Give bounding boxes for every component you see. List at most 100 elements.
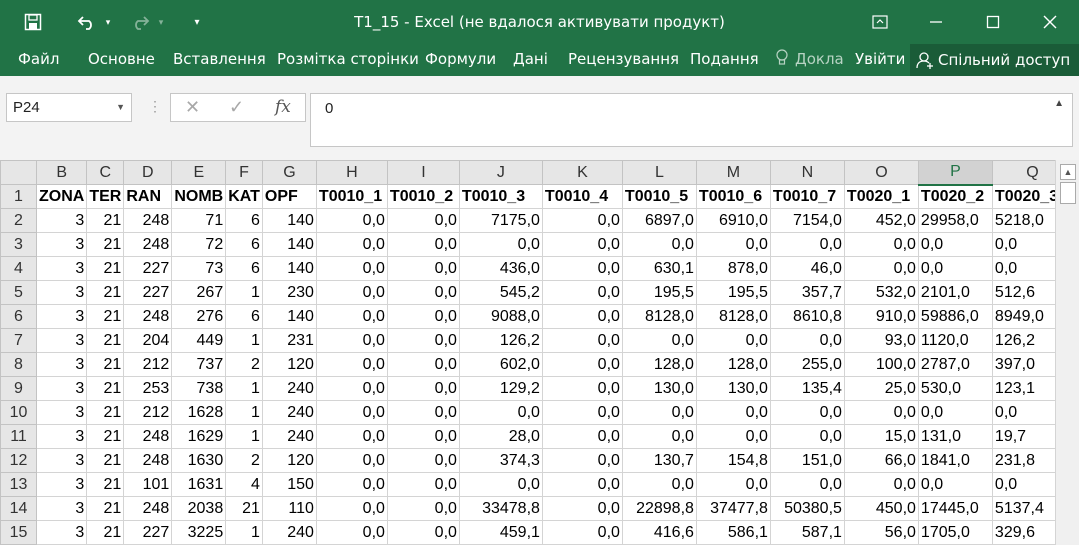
cell[interactable]: 128,0 (695, 352, 771, 377)
cell[interactable]: 436,0 (458, 256, 543, 281)
column-header[interactable]: O (843, 160, 919, 185)
cell[interactable]: T0010_3 (458, 184, 543, 209)
cell[interactable]: 7175,0 (458, 208, 543, 233)
cell[interactable]: 630,1 (621, 256, 697, 281)
cell[interactable]: 130,0 (695, 376, 771, 401)
cell[interactable]: 1 (225, 376, 263, 401)
cell[interactable]: 1 (225, 400, 263, 425)
tab-review[interactable]: Рецензування (568, 50, 679, 68)
column-header[interactable]: P (917, 160, 993, 186)
cell[interactable]: 0,0 (621, 328, 697, 353)
tab-home[interactable]: Основне (88, 50, 155, 68)
column-header[interactable]: F (225, 160, 263, 185)
tab-file[interactable]: Файл (18, 50, 59, 68)
cell[interactable]: 0,0 (695, 232, 771, 257)
tab-page-layout[interactable]: Розмітка сторінки (277, 50, 419, 68)
name-box[interactable]: P24 ▼ (6, 93, 132, 122)
cell[interactable]: 6 (225, 304, 263, 329)
cell[interactable]: 0,0 (315, 232, 388, 257)
cell[interactable]: 7154,0 (769, 208, 845, 233)
cell[interactable]: 0,0 (769, 472, 845, 497)
cell[interactable]: 0,0 (541, 496, 623, 521)
cell[interactable]: 130,0 (621, 376, 697, 401)
cell[interactable]: 120 (261, 352, 317, 377)
tab-data[interactable]: Дані (513, 50, 548, 68)
vertical-scrollbar[interactable]: ▲ (1055, 160, 1079, 545)
column-header[interactable]: E (171, 160, 227, 185)
cell[interactable]: 1 (225, 328, 263, 353)
share-button[interactable]: Спільний доступ (910, 44, 1079, 76)
cell[interactable]: 140 (261, 256, 317, 281)
row-header[interactable]: 9 (0, 376, 37, 401)
row-header[interactable]: 12 (0, 448, 37, 473)
cell[interactable]: 128,0 (621, 352, 697, 377)
cell[interactable]: 0,0 (621, 472, 697, 497)
cell[interactable]: 15,0 (843, 424, 919, 449)
cell[interactable]: 586,1 (695, 520, 771, 545)
cell[interactable]: 3 (35, 472, 88, 497)
cell[interactable]: 3 (35, 208, 88, 233)
cell[interactable]: KAT (225, 184, 263, 209)
insert-function-icon[interactable]: fx (275, 97, 291, 117)
cell[interactable]: 0,0 (541, 472, 623, 497)
row-header[interactable]: 5 (0, 280, 37, 305)
select-all-corner[interactable] (0, 160, 37, 185)
cell[interactable]: 0,0 (458, 232, 543, 257)
close-icon[interactable] (1030, 8, 1070, 36)
restore-icon[interactable] (973, 8, 1013, 36)
enter-icon[interactable]: ✓ (229, 97, 244, 118)
cell[interactable]: 530,0 (917, 376, 993, 401)
chevron-down-icon[interactable]: ▼ (116, 102, 125, 112)
cell[interactable]: 151,0 (769, 448, 845, 473)
cell[interactable]: 0,0 (769, 400, 845, 425)
cell[interactable]: 130,7 (621, 448, 697, 473)
cell[interactable]: 0,0 (541, 208, 623, 233)
cell[interactable]: 21 (86, 424, 125, 449)
cell[interactable]: 0,0 (541, 304, 623, 329)
cell[interactable]: 1705,0 (917, 520, 993, 545)
cell[interactable]: 8128,0 (621, 304, 697, 329)
column-header[interactable]: I (386, 160, 460, 185)
tab-insert[interactable]: Вставлення (173, 50, 266, 68)
cell[interactable]: 3 (35, 352, 88, 377)
cell[interactable]: 21 (86, 328, 125, 353)
cell[interactable]: 2 (225, 448, 263, 473)
cell[interactable]: 8128,0 (695, 304, 771, 329)
cell[interactable]: 135,4 (769, 376, 845, 401)
row-header[interactable]: 14 (0, 496, 37, 521)
cell[interactable]: 21 (86, 376, 125, 401)
column-header[interactable]: C (86, 160, 125, 185)
cell[interactable]: 140 (261, 232, 317, 257)
cell[interactable]: 0,0 (315, 496, 388, 521)
cell[interactable]: 532,0 (843, 280, 919, 305)
cell[interactable]: 154,8 (695, 448, 771, 473)
cell[interactable]: 0,0 (315, 208, 388, 233)
cell[interactable]: 3 (35, 232, 88, 257)
cell[interactable]: 17445,0 (917, 496, 993, 521)
cell[interactable]: 101 (123, 472, 173, 497)
cell[interactable]: 21 (86, 448, 125, 473)
cell[interactable]: 8610,8 (769, 304, 845, 329)
cell[interactable]: 6 (225, 256, 263, 281)
cell[interactable]: 3225 (171, 520, 227, 545)
cell[interactable]: 737 (171, 352, 227, 377)
cell[interactable]: 46,0 (769, 256, 845, 281)
cell[interactable]: 21 (86, 304, 125, 329)
row-header[interactable]: 7 (0, 328, 37, 353)
cell[interactable]: 0,0 (315, 328, 388, 353)
cell[interactable]: 21 (86, 520, 125, 545)
cell[interactable]: 0,0 (695, 328, 771, 353)
formula-input[interactable]: 0 ▲ (310, 93, 1073, 147)
cell[interactable]: 0,0 (843, 256, 919, 281)
cell[interactable]: 0,0 (541, 328, 623, 353)
cell[interactable]: 227 (123, 256, 173, 281)
cell[interactable]: 195,5 (695, 280, 771, 305)
cell[interactable]: 0,0 (458, 472, 543, 497)
cell[interactable]: 248 (123, 208, 173, 233)
cell[interactable]: 22898,8 (621, 496, 697, 521)
cell[interactable]: 0,0 (386, 520, 460, 545)
tab-formulas[interactable]: Формули (425, 50, 496, 68)
cell[interactable]: 6 (225, 208, 263, 233)
cell[interactable]: 0,0 (315, 448, 388, 473)
cell[interactable]: 1841,0 (917, 448, 993, 473)
